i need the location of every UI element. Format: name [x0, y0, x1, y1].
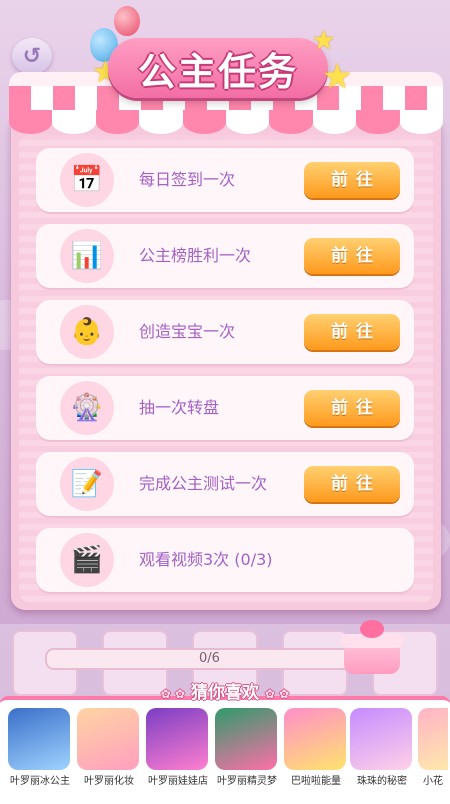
game-card[interactable]: 巴啦啦能量 [284, 708, 348, 787]
game-thumbnail [77, 708, 139, 770]
back-arrow-icon: ↺ [22, 43, 42, 69]
sparkle-icon: ✿ ✿ [264, 687, 290, 701]
game-card[interactable]: 叶罗丽化妆 [77, 708, 141, 787]
game-card[interactable]: 叶罗丽娃娃店 [146, 708, 210, 787]
task-label: 观看视频3次 (0/3) [139, 550, 273, 569]
sparkle-icon: ✿ ✿ [160, 687, 186, 701]
baby-icon: 👶 [60, 305, 114, 359]
game-name: 叶罗丽冰公主 [10, 776, 70, 787]
video-clapper-icon: 🎬 [60, 533, 114, 587]
task-label: 创造宝宝一次 [139, 322, 236, 341]
game-name: 小花 [423, 776, 443, 787]
title-banner: ★ 公主任务 ★ ★ [90, 6, 353, 108]
gift-box-icon[interactable] [340, 620, 404, 676]
game-card[interactable]: 珠珠的秘密 [350, 708, 414, 787]
go-button[interactable]: 前往 [304, 314, 400, 350]
task-progress-bar: 0/6 [45, 648, 374, 670]
task-label: 公主榜胜利一次 [139, 246, 252, 265]
go-button[interactable]: 前往 [304, 162, 400, 198]
task-row-ranking: 📊 公主榜胜利一次 前往 [36, 224, 414, 288]
game-name: 珠珠的秘密 [357, 776, 407, 787]
game-thumbnail [146, 708, 208, 770]
page-title: 公主任务 [137, 49, 298, 94]
go-button[interactable]: 前往 [304, 238, 400, 274]
game-card[interactable]: 叶罗丽冰公主 [8, 708, 72, 787]
game-thumbnail [350, 708, 412, 770]
game-card[interactable]: 小花 [418, 708, 448, 787]
go-button[interactable]: 前往 [304, 466, 400, 502]
back-button[interactable]: ↺ [12, 38, 52, 74]
go-button[interactable]: 前往 [304, 390, 400, 426]
progress-text: 0/6 [199, 651, 220, 666]
game-card[interactable]: 叶罗丽精灵梦 [215, 708, 279, 787]
game-name: 叶罗丽娃娃店 [148, 776, 208, 787]
task-row-wheel: 🎡 抽一次转盘 前往 [36, 376, 414, 440]
star-icon: ★ [312, 26, 336, 56]
balloon-red-icon [114, 6, 140, 36]
recommend-title: 猜你喜欢 [191, 683, 259, 703]
game-name: 叶罗丽精灵梦 [217, 776, 277, 787]
task-label: 完成公主测试一次 [139, 474, 268, 493]
game-thumbnail [284, 708, 346, 770]
podium-icon: 📊 [60, 229, 114, 283]
game-name: 叶罗丽化妆 [84, 776, 134, 787]
game-thumbnail [418, 708, 448, 770]
quiz-paper-icon: 📝 [60, 457, 114, 511]
game-thumbnail [215, 708, 277, 770]
recommend-title-row: ✿ ✿ 猜你喜欢 ✿ ✿ [0, 678, 450, 703]
star-icon: ★ [322, 57, 353, 97]
task-row-checkin: 📅 每日签到一次 前往 [36, 148, 414, 212]
game-thumbnail [8, 708, 70, 770]
wheel-icon: 🎡 [60, 381, 114, 435]
calendar-icon: 📅 [60, 153, 114, 207]
game-name: 巴啦啦能量 [291, 776, 341, 787]
task-row-quiz: 📝 完成公主测试一次 前往 [36, 452, 414, 516]
task-label: 每日签到一次 [139, 170, 236, 189]
task-label: 抽一次转盘 [139, 398, 220, 417]
task-row-baby: 👶 创造宝宝一次 前往 [36, 300, 414, 364]
task-row-video: 🎬 观看视频3次 (0/3) [36, 528, 414, 592]
